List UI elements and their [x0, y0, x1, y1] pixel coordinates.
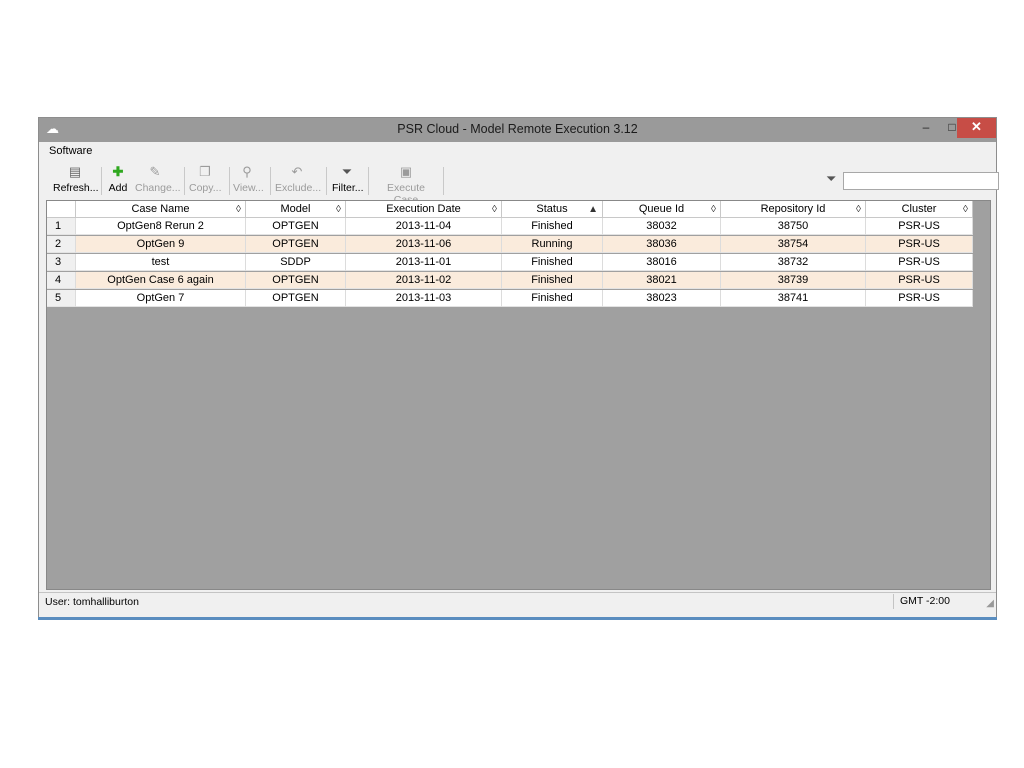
cell-queue-id[interactable]: 38036	[603, 236, 721, 253]
toolbar-separator	[368, 167, 369, 195]
col-header-execution-date[interactable]: Execution Date ◊	[346, 201, 502, 218]
cell-status[interactable]: Finished	[502, 290, 603, 307]
cell-execution-date[interactable]: 2013-11-01	[346, 254, 502, 271]
col-header-case-name[interactable]: Case Name ◊	[76, 201, 246, 218]
col-header-model[interactable]: Model ◊	[246, 201, 346, 218]
cell-execution-date[interactable]: 2013-11-04	[346, 218, 502, 235]
menu-bar: Software	[39, 142, 996, 160]
toolbar-separator	[270, 167, 271, 195]
cell-model[interactable]: SDDP	[246, 254, 346, 271]
toolbar: ▤ Refresh... ✚ Add ✎ Change... ❐ Copy...…	[39, 160, 999, 206]
sort-ascending-icon: ▲	[588, 204, 598, 215]
row-number[interactable]: 3	[47, 254, 76, 271]
col-header-cluster[interactable]: Cluster ◊	[866, 201, 973, 218]
cell-case-name[interactable]: test	[76, 254, 246, 271]
cell-queue-id[interactable]: 38021	[603, 272, 721, 289]
change-button[interactable]: ✎ Change...	[135, 163, 181, 197]
cell-status[interactable]: Finished	[502, 272, 603, 289]
cell-case-name[interactable]: OptGen Case 6 again	[76, 272, 246, 289]
col-header-status[interactable]: Status ▲	[502, 201, 603, 218]
cell-model[interactable]: OPTGEN	[246, 218, 346, 235]
cell-repository-id[interactable]: 38732	[721, 254, 866, 271]
execute-case-button[interactable]: ▣ Execute Case	[375, 163, 437, 206]
title-bar[interactable]: ☁ PSR Cloud - Model Remote Execution 3.1…	[39, 118, 996, 142]
exclude-icon: ↶	[291, 164, 303, 179]
toolbar-separator	[326, 167, 327, 195]
cell-cluster[interactable]: PSR-US	[866, 290, 973, 307]
cell-execution-date[interactable]: 2013-11-02	[346, 272, 502, 289]
toolbar-separator	[443, 167, 444, 195]
col-header-repository-id[interactable]: Repository Id ◊	[721, 201, 866, 218]
close-button[interactable]: ✕	[957, 118, 996, 138]
view-button[interactable]: ⚲ View...	[233, 163, 264, 197]
change-icon: ✎	[149, 164, 161, 179]
sort-indicator-icon: ◊	[336, 204, 341, 215]
cell-execution-date[interactable]: 2013-11-06	[346, 236, 502, 253]
cell-cluster[interactable]: PSR-US	[866, 254, 973, 271]
app-window: ☁ PSR Cloud - Model Remote Execution 3.1…	[38, 117, 999, 619]
status-user: User: tomhalliburton	[45, 596, 139, 608]
sort-indicator-icon: ◊	[856, 204, 861, 215]
filter-button[interactable]: ⏷ Filter...	[332, 163, 364, 197]
view-icon: ⚲	[242, 164, 252, 179]
status-bar: User: tomhalliburton GMT -2:00 ◢	[39, 592, 996, 611]
row-number[interactable]: 1	[47, 218, 76, 235]
cell-case-name[interactable]: OptGen 9	[76, 236, 246, 253]
toolbar-separator	[101, 167, 102, 195]
execute-icon: ▣	[399, 164, 413, 179]
row-header-corner	[47, 201, 76, 218]
row-number[interactable]: 5	[47, 290, 76, 307]
col-header-queue-id[interactable]: Queue Id ◊	[603, 201, 721, 218]
cell-execution-date[interactable]: 2013-11-03	[346, 290, 502, 307]
cell-queue-id[interactable]: 38032	[603, 218, 721, 235]
status-timezone: GMT -2:00	[893, 594, 985, 609]
cell-cluster[interactable]: PSR-US	[866, 272, 973, 289]
filter-icon: ⏷	[341, 164, 353, 179]
sort-indicator-icon: ◊	[963, 204, 968, 215]
menu-software[interactable]: Software	[49, 145, 92, 157]
filter-funnel-icon: ⏷	[826, 171, 837, 186]
resize-grip-icon[interactable]: ◢	[986, 598, 994, 609]
cell-model[interactable]: OPTGEN	[246, 272, 346, 289]
cell-status[interactable]: Running	[502, 236, 603, 253]
cell-status[interactable]: Finished	[502, 254, 603, 271]
row-number[interactable]: 2	[47, 236, 76, 253]
cell-case-name[interactable]: OptGen 7	[76, 290, 246, 307]
row-number[interactable]: 4	[47, 272, 76, 289]
refresh-button[interactable]: ▤ Refresh...	[53, 163, 99, 197]
toolbar-separator	[184, 167, 185, 195]
minimize-button[interactable]: –	[913, 118, 939, 138]
cell-repository-id[interactable]: 38750	[721, 218, 866, 235]
cell-cluster[interactable]: PSR-US	[866, 218, 973, 235]
cell-model[interactable]: OPTGEN	[246, 236, 346, 253]
cell-status[interactable]: Finished	[502, 218, 603, 235]
cell-repository-id[interactable]: 38741	[721, 290, 866, 307]
sort-indicator-icon: ◊	[492, 204, 497, 215]
toolbar-separator	[229, 167, 230, 195]
window-title: PSR Cloud - Model Remote Execution 3.12	[397, 122, 638, 136]
cell-repository-id[interactable]: 38739	[721, 272, 866, 289]
cell-queue-id[interactable]: 38023	[603, 290, 721, 307]
add-icon: ✚	[112, 164, 124, 179]
copy-icon: ❐	[199, 164, 211, 179]
sort-indicator-icon: ◊	[711, 204, 716, 215]
cell-model[interactable]: OPTGEN	[246, 290, 346, 307]
add-button[interactable]: ✚ Add	[105, 163, 131, 197]
cell-queue-id[interactable]: 38016	[603, 254, 721, 271]
sort-indicator-icon: ◊	[236, 204, 241, 215]
exclude-button[interactable]: ↶ Exclude...	[275, 163, 321, 197]
filter-input[interactable]	[843, 172, 999, 190]
cell-cluster[interactable]: PSR-US	[866, 236, 973, 253]
refresh-icon: ▤	[68, 164, 82, 179]
cell-case-name[interactable]: OptGen8 Rerun 2	[76, 218, 246, 235]
window-bottom-border	[38, 617, 997, 620]
cases-grid[interactable]: Case Name ◊ Model ◊ Execution Date ◊ Status…	[46, 200, 991, 590]
cell-repository-id[interactable]: 38754	[721, 236, 866, 253]
copy-button[interactable]: ❐ Copy...	[189, 163, 221, 197]
